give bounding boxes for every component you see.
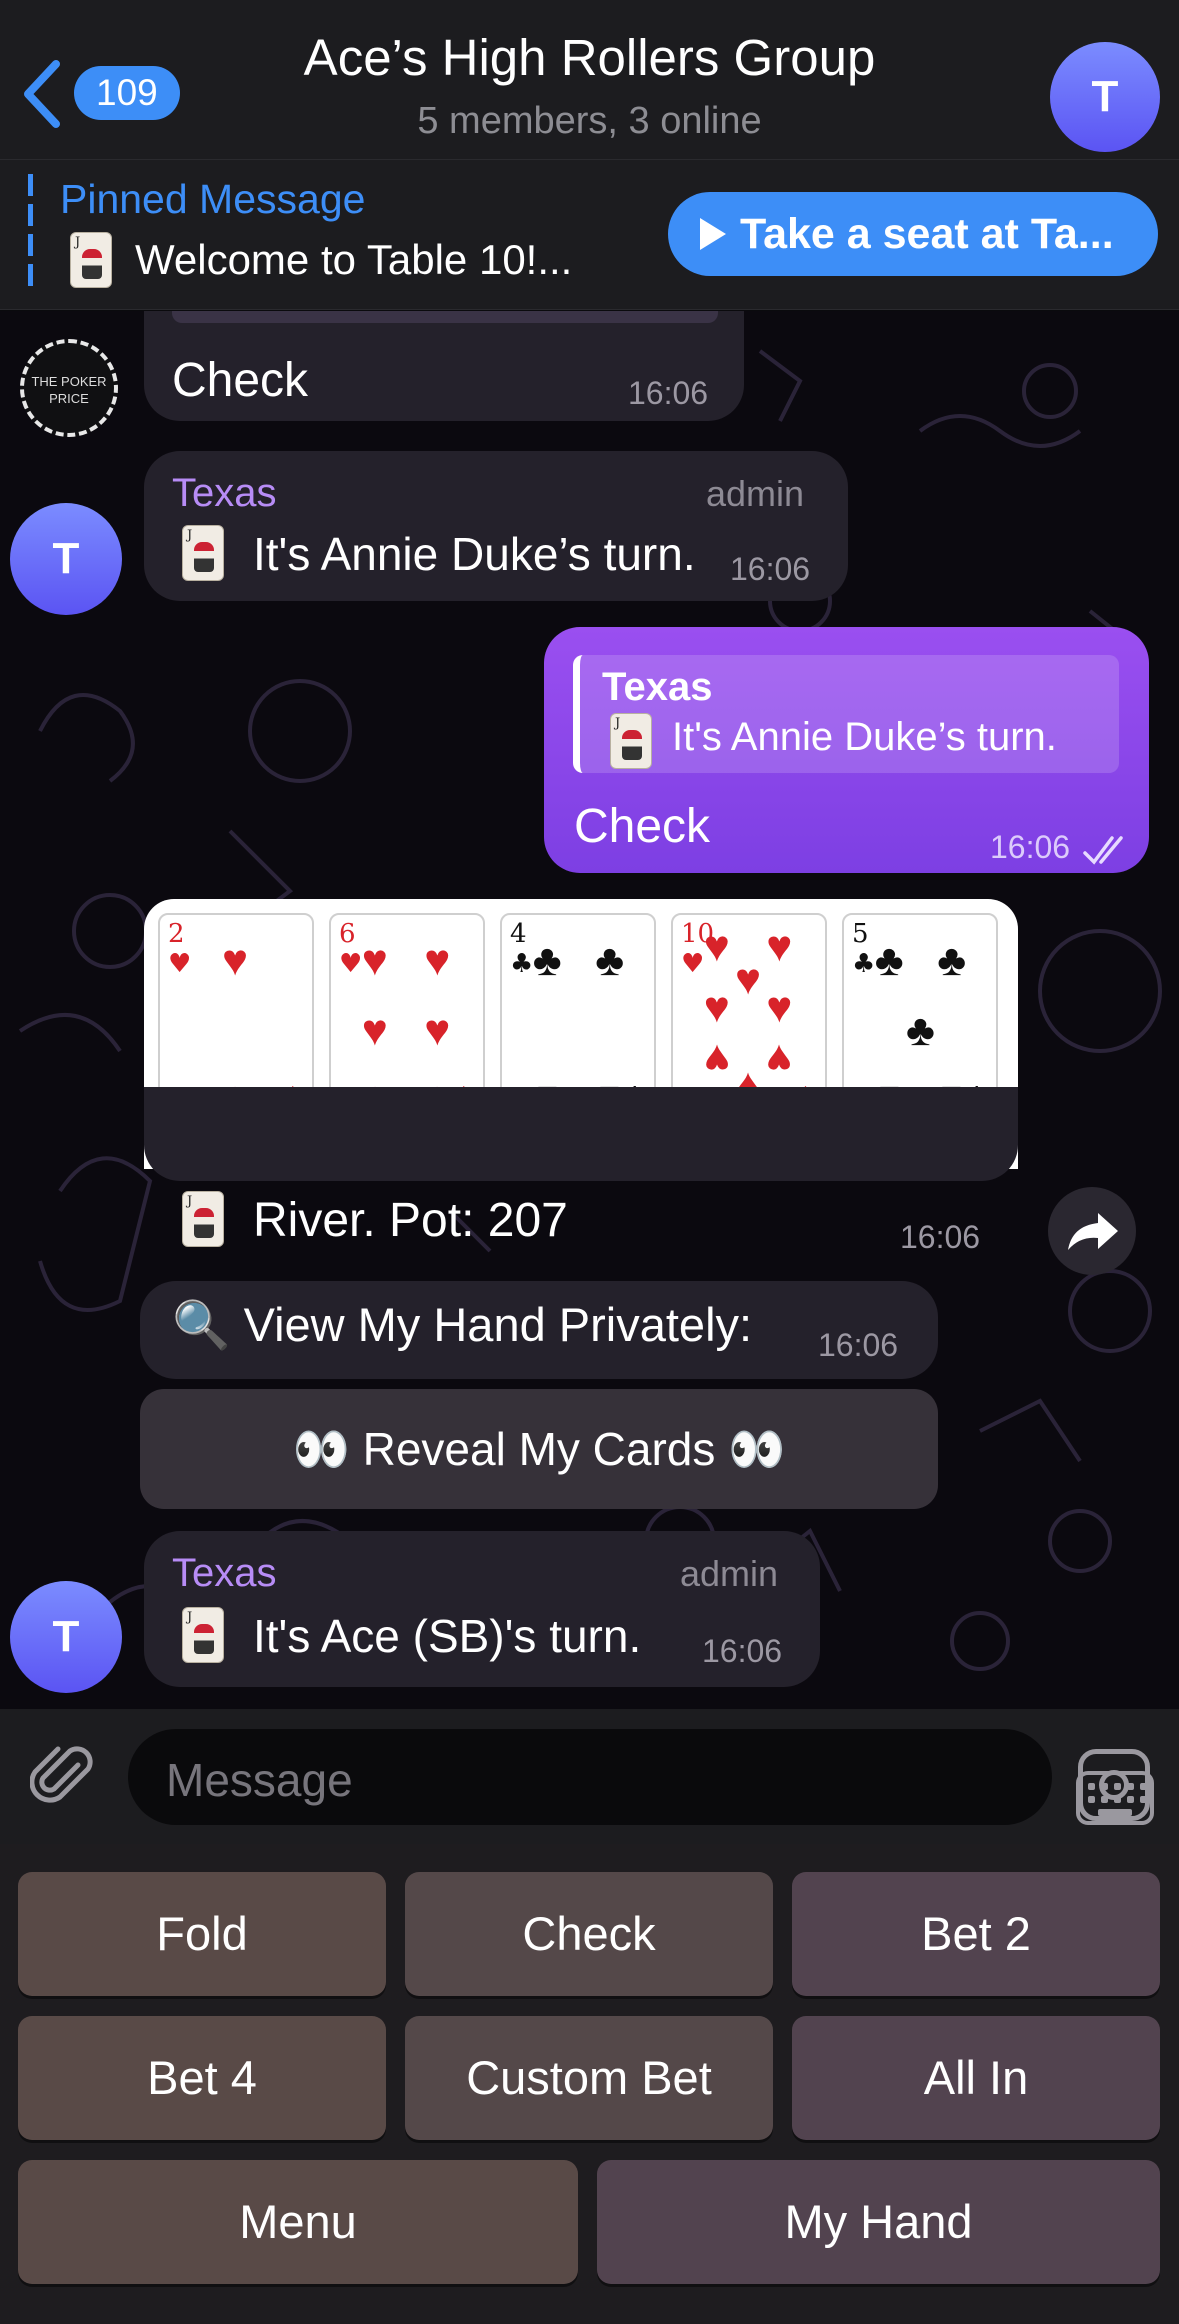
bet-2-button[interactable]: Bet 2 xyxy=(792,1872,1160,1996)
card-pip: ♥ xyxy=(361,1006,388,1055)
joker-card-icon xyxy=(70,232,112,288)
reveal-cards-button[interactable]: 👀 Reveal My Cards 👀 xyxy=(140,1389,938,1509)
chat-header: 109 Ace’s High Rollers Group 5 members, … xyxy=(0,0,1179,160)
camera-icon[interactable] xyxy=(1078,1749,1150,1821)
chat-title[interactable]: Ace’s High Rollers Group xyxy=(200,28,979,87)
message-placeholder: Message xyxy=(166,1754,353,1806)
card-rank: 4 ♣ xyxy=(510,919,534,979)
message-bubble-footer xyxy=(144,1087,1018,1181)
card-rank: 5 ♣ xyxy=(852,919,876,979)
card-pip: ♥ xyxy=(703,1034,730,1084)
card-pip: ♣ xyxy=(532,936,562,986)
card-pip: ♥ xyxy=(703,982,730,1032)
composer-bar: Message xyxy=(0,1709,1179,1844)
card-pip: ♥ xyxy=(766,922,793,972)
forward-arrow-icon xyxy=(1068,1213,1118,1250)
paperclip-icon[interactable] xyxy=(30,1743,100,1813)
card-pip: ♣ xyxy=(595,936,625,986)
bot-reply-keyboard: Fold Check Bet 2 Bet 4 Custom Bet All In… xyxy=(0,1844,1179,2324)
card-pip: ♥ xyxy=(424,936,451,986)
bet-4-button[interactable]: Bet 4 xyxy=(18,2016,386,2140)
joker-card-icon xyxy=(182,1191,224,1247)
fold-button[interactable]: Fold xyxy=(18,1872,386,1996)
pinned-text: Welcome to Table 10!... xyxy=(135,236,573,283)
sender-avatar[interactable]: T xyxy=(10,503,122,615)
card-pip: ♥ xyxy=(766,982,793,1032)
chat-subtitle: 5 members, 3 online xyxy=(417,100,762,142)
sender-name[interactable]: Texas xyxy=(172,1551,277,1596)
custom-bet-button[interactable]: Custom Bet xyxy=(405,2016,773,2140)
message-list[interactable]: THE POKER PRICE Check 16:06 Texas admin … xyxy=(0,311,1179,1709)
card-pip: ♥ xyxy=(735,954,762,1004)
card-pip: ♥ xyxy=(703,922,730,972)
message-time: 16:06 xyxy=(818,1327,899,1363)
pinned-label: Pinned Message xyxy=(60,176,366,222)
message-time: 16:06 xyxy=(702,1633,783,1669)
pinned-indicator xyxy=(28,174,33,294)
all-in-button[interactable]: All In xyxy=(792,2016,1160,2140)
poker-price-avatar[interactable]: THE POKER PRICE xyxy=(20,339,118,437)
joker-card-icon xyxy=(182,1607,224,1663)
joker-card-icon xyxy=(182,525,224,581)
forward-button[interactable] xyxy=(1048,1187,1136,1275)
message-text: It's Ace (SB)'s turn. xyxy=(253,1610,642,1662)
message-time: 16:06 xyxy=(730,551,811,587)
card-pip: ♥ xyxy=(766,1034,793,1084)
sender-avatar[interactable]: T xyxy=(10,1581,122,1693)
card-pip: ♣ xyxy=(937,936,967,986)
reply-text: It's Annie Duke’s turn. xyxy=(672,715,1057,759)
menu-button[interactable]: Menu xyxy=(18,2160,578,2284)
play-icon xyxy=(700,217,726,250)
read-checkmarks-icon xyxy=(1083,836,1123,865)
back-chevron-icon[interactable] xyxy=(18,58,66,130)
card-pip: ♥ xyxy=(424,1006,451,1055)
message-text: Check xyxy=(574,800,711,853)
unread-count-badge[interactable]: 109 xyxy=(74,66,180,120)
message-time: 16:06 xyxy=(990,829,1071,865)
my-hand-button[interactable]: My Hand xyxy=(597,2160,1160,2284)
sender-name[interactable]: Texas xyxy=(172,471,277,516)
message-text: Check xyxy=(172,354,309,407)
message-text: 🔍 View My Hand Privately: xyxy=(172,1298,753,1351)
message-text: It's Annie Duke’s turn. xyxy=(253,528,696,580)
take-seat-label: Take a seat at Ta... xyxy=(740,210,1114,258)
group-avatar[interactable]: T xyxy=(1050,42,1160,152)
message-time: 16:06 xyxy=(900,1219,981,1255)
card-pip: ♥ xyxy=(361,936,388,986)
message-input[interactable]: Message xyxy=(128,1729,1154,1825)
pinned-message-bar[interactable]: Pinned Message Welcome to Table 10!... T… xyxy=(0,160,1179,310)
card-pip: ♣ xyxy=(874,936,904,986)
card-pip: ♣ xyxy=(906,1006,935,1055)
reply-sender: Texas xyxy=(602,665,713,709)
card-rank: 6 ♥ xyxy=(339,919,363,979)
card-pip: ♥ xyxy=(222,936,249,986)
card-rank: 2 ♥ xyxy=(168,919,192,979)
reply-quote[interactable]: Texas It's Annie Duke’s turn. xyxy=(573,655,1119,773)
message-time: 16:06 xyxy=(628,375,709,411)
check-button[interactable]: Check xyxy=(405,1872,773,1996)
admin-label: admin xyxy=(680,1553,779,1594)
reply-preview-fragment xyxy=(172,311,718,323)
joker-card-icon xyxy=(610,713,652,769)
take-seat-button[interactable]: Take a seat at Ta... xyxy=(668,192,1158,276)
admin-label: admin xyxy=(706,473,805,514)
message-text: River. Pot: 207 xyxy=(253,1194,568,1247)
